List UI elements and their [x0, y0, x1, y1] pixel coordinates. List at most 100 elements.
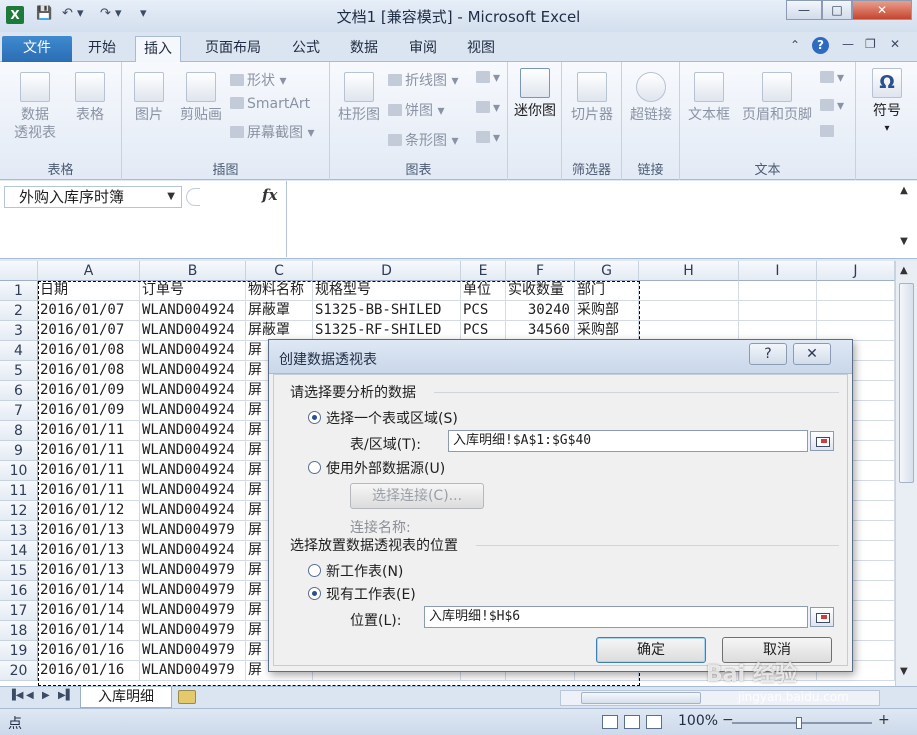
- cell[interactable]: 2016/01/11: [38, 421, 140, 441]
- row-header[interactable]: 9: [0, 441, 38, 461]
- cell[interactable]: 2016/01/13: [38, 521, 140, 541]
- cell[interactable]: 2016/01/08: [38, 341, 140, 361]
- cell[interactable]: 实收数量: [506, 281, 575, 301]
- tab-page-layout[interactable]: 页面布局: [197, 36, 269, 62]
- sparklines-button[interactable]: 迷你图: [510, 68, 560, 120]
- dialog-close-button[interactable]: ✕: [793, 343, 831, 365]
- minimize-button[interactable]: —: [786, 0, 822, 20]
- column-header-j[interactable]: J: [817, 261, 895, 281]
- row-header[interactable]: 3: [0, 321, 38, 341]
- cell[interactable]: 2016/01/13: [38, 541, 140, 561]
- column-header-i[interactable]: I: [739, 261, 817, 281]
- scroll-up-icon[interactable]: ▲: [895, 185, 913, 196]
- cell[interactable]: WLAND004924: [140, 541, 246, 561]
- cell[interactable]: 2016/01/11: [38, 461, 140, 481]
- dialog-help-button[interactable]: ?: [749, 343, 787, 365]
- row-header[interactable]: 1: [0, 281, 38, 301]
- cell[interactable]: 2016/01/11: [38, 481, 140, 501]
- cell[interactable]: WLAND004924: [140, 381, 246, 401]
- cell[interactable]: PCS: [461, 321, 506, 341]
- other-chart-icon[interactable]: ▾: [476, 130, 500, 146]
- cell[interactable]: 2016/01/07: [38, 321, 140, 341]
- row-header[interactable]: 19: [0, 641, 38, 661]
- row-header[interactable]: 20: [0, 661, 38, 681]
- pivot-table-button[interactable]: 数据 透视表: [6, 72, 64, 142]
- cell[interactable]: 物料名称: [246, 281, 313, 301]
- cell[interactable]: WLAND004924: [140, 481, 246, 501]
- vertical-scrollbar[interactable]: ▲ ▼: [895, 261, 917, 686]
- line-chart-button[interactable]: 折线图 ▾: [388, 70, 458, 90]
- cell[interactable]: [739, 281, 817, 301]
- cell[interactable]: 2016/01/07: [38, 301, 140, 321]
- cell[interactable]: WLAND004979: [140, 581, 246, 601]
- workbook-minimize-icon[interactable]: —: [842, 37, 854, 51]
- cell[interactable]: 2016/01/14: [38, 601, 140, 621]
- cell[interactable]: WLAND004924: [140, 421, 246, 441]
- select-all-corner[interactable]: [0, 261, 38, 281]
- cell[interactable]: 单位: [461, 281, 506, 301]
- cell[interactable]: S1325-BB-SHILED: [313, 301, 461, 321]
- restore-button[interactable]: □: [822, 0, 852, 20]
- radio-new-worksheet[interactable]: [308, 564, 321, 577]
- cell[interactable]: [639, 301, 739, 321]
- zoom-in-icon[interactable]: +: [878, 712, 890, 728]
- range-collapse-icon[interactable]: [810, 431, 834, 451]
- row-header[interactable]: 6: [0, 381, 38, 401]
- cell[interactable]: WLAND004924: [140, 461, 246, 481]
- page-layout-view-icon[interactable]: [624, 715, 640, 729]
- cell[interactable]: [739, 301, 817, 321]
- column-header-b[interactable]: B: [140, 261, 246, 281]
- formula-bar-expand[interactable]: ▲ ▼: [895, 185, 913, 253]
- tab-insert[interactable]: 插入: [135, 36, 181, 63]
- sheet-tab-inbound-detail[interactable]: 入库明细: [80, 687, 172, 708]
- shapes-button[interactable]: 形状 ▾: [230, 70, 286, 90]
- cell[interactable]: 屏蔽罩: [246, 321, 313, 341]
- cell[interactable]: 规格型号: [313, 281, 461, 301]
- zoom-out-icon[interactable]: −: [722, 712, 734, 728]
- tab-view[interactable]: 视图: [459, 36, 503, 62]
- row-header[interactable]: 11: [0, 481, 38, 501]
- zoom-level[interactable]: 100%: [678, 713, 718, 729]
- tab-home[interactable]: 开始: [80, 36, 124, 62]
- scroll-down-icon[interactable]: ▼: [895, 236, 913, 247]
- row-header[interactable]: 4: [0, 341, 38, 361]
- cell[interactable]: 采购部: [575, 321, 639, 341]
- cell[interactable]: WLAND004979: [140, 641, 246, 661]
- zoom-slider-thumb[interactable]: [796, 717, 802, 729]
- normal-view-icon[interactable]: [602, 715, 618, 729]
- cell[interactable]: WLAND004924: [140, 441, 246, 461]
- column-header-a[interactable]: A: [38, 261, 140, 281]
- table-button[interactable]: 表格: [66, 72, 114, 124]
- row-header[interactable]: 18: [0, 621, 38, 641]
- vertical-scroll-thumb[interactable]: [899, 283, 914, 483]
- column-header-c[interactable]: C: [246, 261, 313, 281]
- cell[interactable]: S1325-RF-SHILED: [313, 321, 461, 341]
- minimize-ribbon-icon[interactable]: ⌃: [790, 38, 800, 52]
- scroll-up-icon[interactable]: ▲: [900, 265, 908, 276]
- screenshot-button[interactable]: 屏幕截图 ▾: [230, 122, 314, 142]
- last-sheet-icon[interactable]: ▶▌: [58, 690, 73, 701]
- column-header-d[interactable]: D: [313, 261, 461, 281]
- textbox-button[interactable]: 文本框: [684, 72, 734, 124]
- insert-function-icon[interactable]: fx: [262, 186, 277, 204]
- cell[interactable]: [739, 321, 817, 341]
- scroll-down-icon[interactable]: ▼: [900, 666, 908, 677]
- location-collapse-icon[interactable]: [810, 607, 834, 627]
- cell[interactable]: [639, 321, 739, 341]
- cell[interactable]: WLAND004924: [140, 501, 246, 521]
- cell[interactable]: WLAND004979: [140, 621, 246, 641]
- first-sheet-icon[interactable]: ▐◀: [8, 690, 23, 701]
- tab-formulas[interactable]: 公式: [284, 36, 328, 62]
- column-header-f[interactable]: F: [506, 261, 575, 281]
- wordart-icon[interactable]: ▾: [820, 70, 844, 86]
- column-header-e[interactable]: E: [461, 261, 506, 281]
- cell[interactable]: [817, 281, 895, 301]
- column-chart-button[interactable]: 柱形图: [334, 72, 384, 124]
- location-input[interactable]: 入库明细!$H$6: [424, 606, 808, 628]
- cell[interactable]: 日期: [38, 281, 140, 301]
- cell[interactable]: 屏蔽罩: [246, 301, 313, 321]
- cell[interactable]: [817, 301, 895, 321]
- zoom-slider[interactable]: [732, 717, 872, 729]
- cell[interactable]: 采购部: [575, 301, 639, 321]
- cell[interactable]: 2016/01/09: [38, 401, 140, 421]
